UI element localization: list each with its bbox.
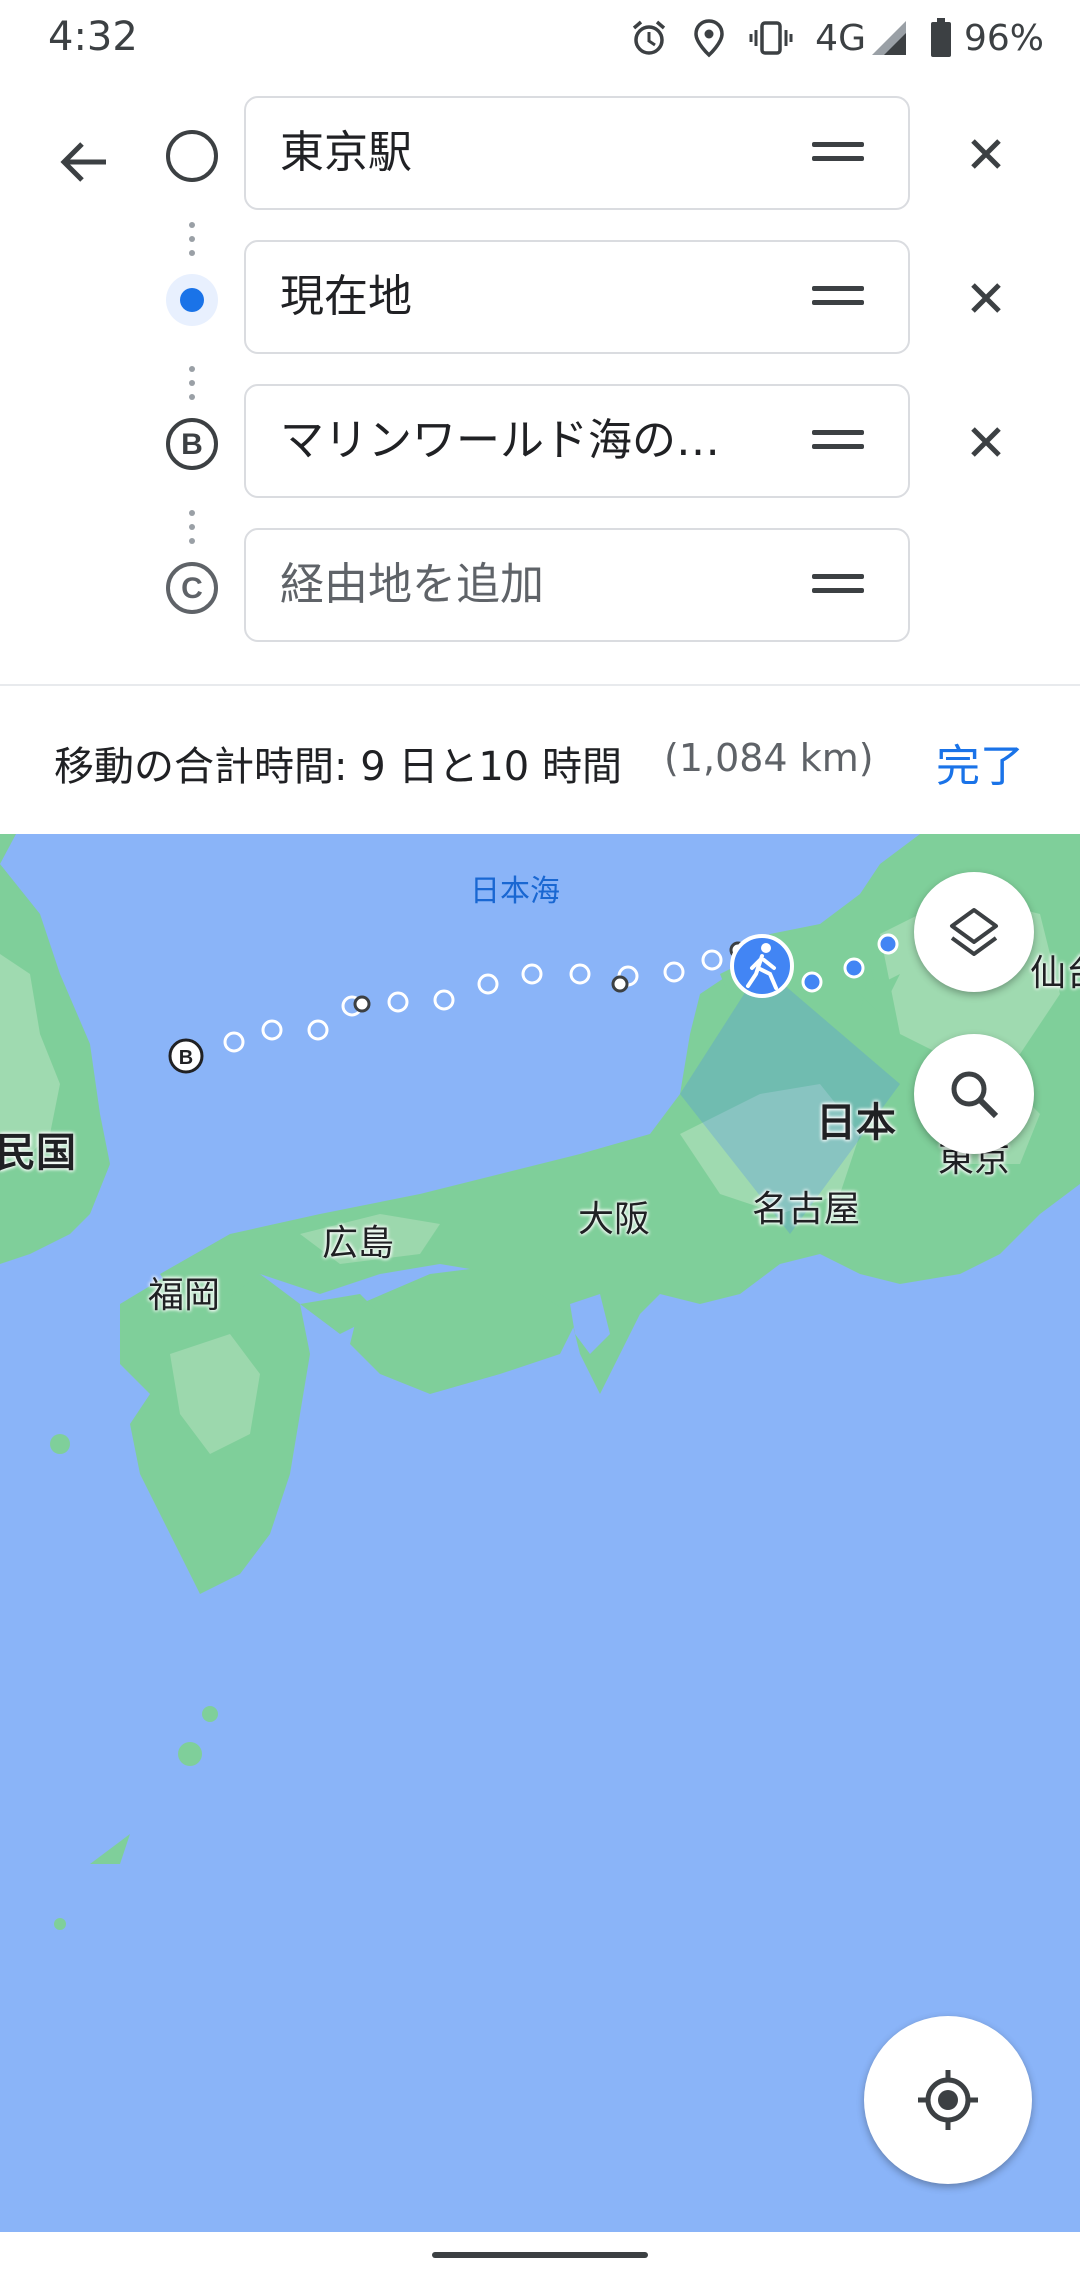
map-view[interactable]: B 日本海 仙台 日本 民国 東京 大阪 名古屋 広島 福岡	[0, 834, 1080, 2232]
waypoint-field-value: 現在地	[280, 271, 412, 322]
status-bar: 4:32 4G 96%	[0, 0, 1080, 76]
stop-row-current: 現在地	[0, 240, 1080, 356]
map-label-nagoya: 名古屋	[752, 1189, 861, 1230]
battery-percent: 96%	[963, 17, 1044, 59]
remove-stop-button[interactable]	[956, 124, 1016, 184]
search-icon	[951, 1071, 999, 1119]
map-label-osaka: 大阪	[578, 1199, 651, 1240]
map-label-fukuoka: 福岡	[148, 1275, 221, 1316]
origin-field[interactable]: 東京駅	[244, 96, 910, 210]
total-time-text: 移動の合計時間: 9 日と10 時間	[54, 744, 622, 790]
map-label-sea: 日本海	[470, 874, 560, 909]
destination-b-pin: B	[168, 1038, 204, 1074]
close-icon	[971, 139, 1001, 169]
alarm-icon	[629, 18, 669, 58]
map-label-japan: 日本	[816, 1100, 896, 1146]
home-gesture-pill[interactable]	[432, 2252, 648, 2258]
system-nav-bar	[0, 2232, 1080, 2280]
remove-stop-button[interactable]	[956, 412, 1016, 472]
origin-marker-icon	[164, 128, 220, 184]
status-time: 4:32	[48, 14, 138, 60]
svg-text:C: C	[181, 572, 203, 605]
trip-summary: 移動の合計時間: 9 日と10 時間 (1,084 km) 完了	[0, 686, 1080, 834]
done-button[interactable]: 完了	[936, 730, 1024, 794]
drag-handle-icon[interactable]	[812, 426, 864, 456]
add-stop-field[interactable]: 経由地を追加	[244, 528, 910, 642]
my-location-button[interactable]	[864, 2016, 1032, 2184]
status-icons: 4G 96%	[629, 10, 1044, 66]
stop-row-destination: B マリンワールド海の…	[0, 384, 1080, 500]
osaka-city-dot	[611, 975, 629, 993]
drag-handle-icon[interactable]	[812, 570, 864, 600]
remove-stop-button[interactable]	[956, 268, 1016, 328]
waypoint-c-marker-icon: C	[164, 560, 220, 616]
drag-handle-icon[interactable]	[812, 282, 864, 312]
waypoint-b-marker-icon: B	[164, 416, 220, 472]
map-label-korea: 民国	[0, 1130, 76, 1176]
destination-field[interactable]: マリンワールド海の…	[244, 384, 910, 498]
layers-button[interactable]	[914, 872, 1034, 992]
directions-panel: 東京駅 現在地 B マリンワールド海の… C 経由地を追加	[0, 76, 1080, 684]
battery-icon	[930, 18, 952, 58]
total-distance-text: (1,084 km)	[664, 736, 874, 780]
network-type: 4G	[815, 17, 866, 59]
layers-icon	[950, 908, 998, 956]
map-label-sendai: 仙台	[1030, 953, 1080, 994]
search-along-route-button[interactable]	[914, 1034, 1034, 1154]
drag-handle-icon[interactable]	[812, 138, 864, 168]
signal-icon	[870, 19, 908, 57]
my-location-icon	[918, 2070, 978, 2130]
waypoint-field[interactable]: 現在地	[244, 240, 910, 354]
current-location-dot-icon	[164, 272, 220, 328]
destination-field-value: マリンワールド海の…	[280, 415, 720, 466]
walking-person-icon	[730, 934, 794, 998]
close-icon	[971, 283, 1001, 313]
stop-row-add: C 経由地を追加	[0, 528, 1080, 644]
close-icon	[971, 427, 1001, 457]
svg-text:B: B	[181, 428, 203, 461]
vibrate-icon	[749, 18, 793, 58]
map-label-hiroshima: 広島	[322, 1223, 395, 1264]
hiroshima-city-dot	[353, 995, 371, 1013]
add-stop-placeholder: 経由地を追加	[280, 559, 544, 610]
location-icon	[691, 18, 727, 58]
origin-field-value: 東京駅	[280, 127, 412, 178]
stop-row-origin: 東京駅	[0, 96, 1080, 212]
svg-text:B: B	[179, 1047, 193, 1069]
